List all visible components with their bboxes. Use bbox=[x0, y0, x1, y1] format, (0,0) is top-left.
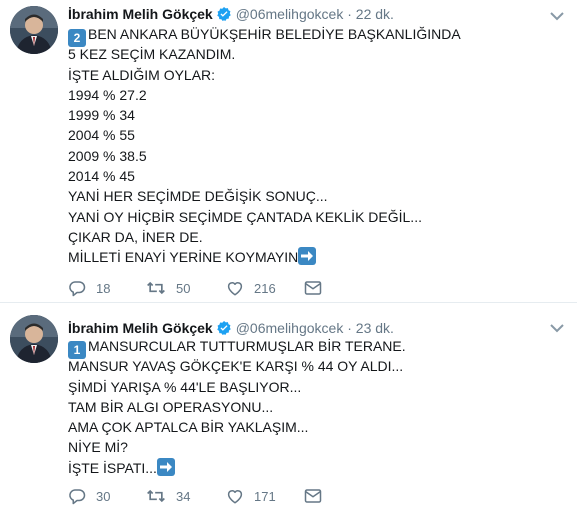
tweet-timestamp[interactable]: 23 dk. bbox=[356, 320, 394, 336]
verified-badge-icon bbox=[216, 6, 232, 25]
tweet-line: İŞTE ALDIĞIM OYLAR: bbox=[68, 66, 216, 83]
reply-button[interactable]: 30 bbox=[68, 486, 110, 506]
like-button[interactable]: 216 bbox=[226, 278, 276, 298]
tweet-timestamp[interactable]: 22 dk. bbox=[356, 6, 394, 22]
author-handle[interactable]: @06melihgokcek bbox=[236, 6, 344, 22]
tweet-line: TAM BİR ALGI OPERASYONU... bbox=[68, 398, 274, 415]
reply-icon bbox=[69, 281, 86, 297]
tweet-line: 1994 % 27.2 bbox=[68, 86, 147, 103]
tweet-line: 5 KEZ SEÇİM KAZANDIM. bbox=[68, 46, 236, 63]
tweet[interactable]: İbrahim Melih Gökçek @06melihgokcek · 22 … bbox=[0, 0, 577, 303]
separator-dot: · bbox=[347, 6, 352, 22]
author-handle[interactable]: @06melihgokcek bbox=[236, 320, 344, 336]
reply-count: 30 bbox=[96, 488, 111, 504]
direct-message-button[interactable] bbox=[304, 486, 332, 506]
like-icon bbox=[227, 282, 243, 296]
reply-count: 18 bbox=[96, 280, 111, 296]
retweet-icon bbox=[147, 489, 165, 503]
tweet-line: YANİ HER SEÇİMDE DEĞİŞİK SONUÇ... bbox=[68, 188, 328, 205]
direct-message-icon bbox=[304, 281, 322, 295]
caret-down-icon[interactable] bbox=[547, 8, 567, 24]
direct-message-icon bbox=[304, 489, 322, 503]
retweet-count: 50 bbox=[176, 280, 191, 296]
tweet-header: İbrahim Melih Gökçek @06melihgokcek · 22 … bbox=[68, 6, 394, 26]
right-arrow-emoji-icon bbox=[156, 457, 175, 476]
like-count: 171 bbox=[254, 488, 276, 504]
tweet-line: NİYE Mİ? bbox=[68, 439, 128, 456]
reply-button[interactable]: 18 bbox=[68, 278, 110, 298]
tweet-line: ŞİMDİ YARIŞA % 44'LE BAŞLIYOR... bbox=[68, 378, 302, 395]
tweet-line: 1999 % 34 bbox=[68, 107, 135, 124]
tweet-line: YANİ OY HİÇBİR SEÇİMDE ÇANTADA KEKLİK DE… bbox=[68, 208, 422, 225]
tweet-text: 2 BEN ANKARA BÜYÜKŞEHİR BELEDİYE BAŞKANLI… bbox=[68, 24, 548, 268]
retweet-icon bbox=[147, 281, 165, 295]
tweet-line: 2004 % 55 bbox=[68, 127, 135, 144]
tweet-line: ÇIKAR DA, İNER DE. bbox=[68, 228, 203, 245]
retweet-button[interactable]: 50 bbox=[146, 278, 190, 298]
caret-down-icon[interactable] bbox=[547, 320, 567, 336]
tweet-line: 2014 % 45 bbox=[68, 168, 135, 185]
reply-icon bbox=[69, 489, 86, 505]
tweet-line: İŞTE İSPATI... bbox=[68, 457, 548, 478]
like-count: 216 bbox=[254, 280, 276, 296]
tweet-line: 2009 % 38.5 bbox=[68, 147, 147, 164]
direct-message-button[interactable] bbox=[304, 278, 332, 298]
retweet-count: 34 bbox=[176, 488, 191, 504]
tweet-line: MİLLETİ ENAYİ YERİNE KOYMAYIN bbox=[68, 247, 548, 267]
avatar[interactable] bbox=[10, 315, 58, 363]
right-arrow-emoji-icon bbox=[298, 247, 317, 266]
retweet-button[interactable]: 34 bbox=[146, 486, 190, 506]
like-icon bbox=[227, 490, 243, 504]
tweet-line: AMA ÇOK APTALCA BİR YAKLAŞIM... bbox=[68, 419, 309, 436]
tweet-line: MANSUR YAVAŞ GÖKÇEK'E KARŞI % 44 OY ALDI… bbox=[68, 358, 404, 375]
like-button[interactable]: 171 bbox=[226, 486, 276, 506]
separator-dot: · bbox=[347, 320, 352, 336]
author-name[interactable]: İbrahim Melih Gökçek bbox=[68, 320, 213, 336]
avatar[interactable] bbox=[10, 6, 58, 54]
tweet[interactable]: İbrahim Melih Gökçek @06melihgokcek · 23 … bbox=[0, 303, 577, 515]
author-name[interactable]: İbrahim Melih Gökçek bbox=[68, 6, 213, 22]
tweet-text: 1 MANSURCULAR TUTTURMUŞLAR BİR TERANE. MA… bbox=[68, 336, 548, 478]
tweet-line: 2 BEN ANKARA BÜYÜKŞEHİR BELEDİYE BAŞKANLI… bbox=[68, 24, 548, 47]
tweet-line: 1 MANSURCULAR TUTTURMUŞLAR BİR TERANE. bbox=[68, 336, 548, 359]
